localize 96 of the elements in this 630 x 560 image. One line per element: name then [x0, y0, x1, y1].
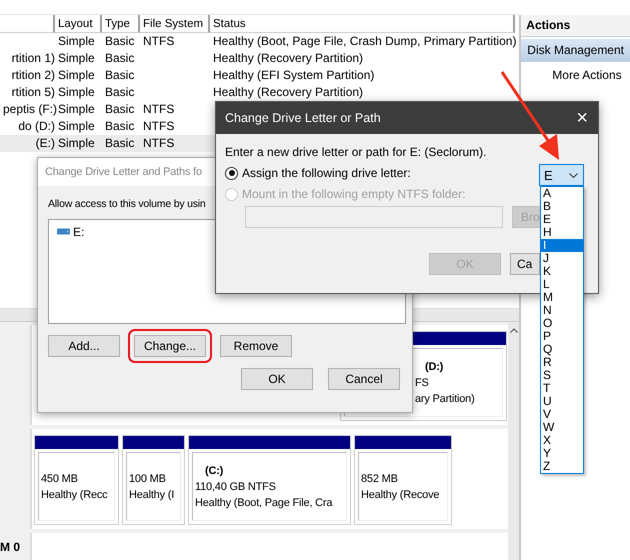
radio-option[interactable]: Assign the following drive letter:	[225, 166, 411, 180]
table-cell-text: Simple	[57, 33, 96, 50]
partition-block[interactable]: 100 MB Healthy (I	[122, 435, 185, 525]
dialog-text: Allow access to this volume by usin	[48, 198, 206, 210]
column-header[interactable]: Status	[210, 15, 515, 33]
partition-info: ary Partition)	[415, 392, 476, 406]
dropdown-option[interactable]: V	[541, 408, 583, 421]
table-cell-text: Simple	[57, 118, 96, 135]
table-cell-text: Simple	[57, 101, 96, 118]
dropdown-option[interactable]: R	[541, 356, 583, 369]
dropdown-option[interactable]: M	[541, 291, 583, 304]
caret-icon	[569, 172, 578, 178]
column-header[interactable]: Layout	[55, 15, 102, 33]
disk-label: M 0	[0, 540, 20, 554]
dialog-button[interactable]: Change...	[134, 335, 206, 357]
dropdown-option[interactable]: K	[541, 265, 583, 278]
partition-name: (D:)	[424, 360, 444, 374]
drive-label: E:	[73, 224, 84, 238]
table-cell-text: Healthy (EFI System Partition)	[212, 67, 376, 84]
table-cell-text: Healthy (Boot, Page File, Crash Dump, Primary Partition)	[212, 33, 515, 50]
partition-info: 100 MB	[129, 472, 167, 486]
partition-block[interactable]: 852 MB Healthy (Recove	[354, 435, 452, 525]
close-button[interactable]: ×	[576, 108, 588, 128]
dropdown-option[interactable]: A	[541, 187, 583, 200]
column-header[interactable]: Type	[102, 15, 140, 33]
drive-letter-dropdown[interactable]: E	[539, 164, 584, 186]
column-header[interactable]	[0, 15, 55, 33]
dropdown-option[interactable]: Y	[541, 447, 583, 460]
table-cell-text: NTFS	[142, 118, 176, 135]
dropdown-option[interactable]: N	[541, 304, 583, 317]
partition-info: 110,40 GB NTFS	[195, 480, 277, 494]
table-cell-text: Healthy (Recovery Partition)	[212, 84, 364, 101]
table-cell-text: (E:)	[34, 135, 55, 152]
dropdown-option[interactable]: I	[541, 239, 583, 252]
dialog-button[interactable]: Ca	[510, 253, 540, 275]
dropdown-option[interactable]: P	[541, 330, 583, 343]
table-cell-text: Basic	[104, 84, 136, 101]
dropdown-option[interactable]: U	[541, 395, 583, 408]
table-cell-text: Basic	[104, 118, 136, 135]
dropdown-option[interactable]: Q	[541, 343, 583, 356]
list-item[interactable]: E:	[55, 224, 86, 238]
scrollbar[interactable]	[508, 322, 520, 560]
table-cell-text: NTFS	[142, 33, 176, 50]
partition-info: Healthy (Recove	[361, 488, 440, 502]
table-cell-text: Basic	[104, 50, 136, 67]
dropdown-option[interactable]: S	[541, 369, 583, 382]
table-cell-text: Simple	[57, 135, 96, 152]
table-cell-text: Simple	[57, 84, 96, 101]
pane-title: Actions	[521, 15, 630, 37]
dialog-button[interactable]: Remove	[220, 335, 292, 357]
table-cell-text: Basic	[104, 67, 136, 84]
dropdown-option[interactable]: Z	[541, 460, 583, 473]
partition-block[interactable]: (C:) 110,40 GB NTFS Healthy (Boot, Page File, Cra	[188, 435, 351, 525]
dialog-button[interactable]: Cancel	[328, 368, 400, 390]
partition-info: Healthy (I	[129, 488, 176, 502]
partition-info: 852 MB	[361, 472, 399, 486]
input-field[interactable]	[245, 206, 503, 228]
action-item[interactable]: More Actions	[521, 62, 630, 82]
table-cell-text: rtition 1)	[10, 50, 55, 67]
drive-icon	[57, 228, 70, 235]
dialog-title: Change Drive Letter or Path	[225, 111, 381, 125]
dialog-button[interactable]: Add...	[48, 335, 120, 357]
table-cell-text: rtition 5)	[10, 84, 55, 101]
table-cell-text: Basic	[104, 33, 136, 50]
radio-button[interactable]	[225, 166, 238, 180]
dialog-text: Enter a new drive letter or path for E: (Seclorum).	[225, 145, 488, 159]
table-cell-text: Basic	[104, 135, 136, 152]
table-cell-text: Simple	[57, 67, 96, 84]
dropdown-option[interactable]: T	[541, 382, 583, 395]
table-cell-text: Simple	[57, 50, 96, 67]
table-cell-text: Healthy (Recovery Partition)	[212, 50, 364, 67]
table-cell-text: NTFS	[142, 135, 176, 152]
table-cell-text: NTFS	[142, 101, 176, 118]
dropdown-option[interactable]: X	[541, 434, 583, 447]
table-cell-text: Basic	[104, 101, 136, 118]
partition-block[interactable]: 450 MB Healthy (Recc	[34, 435, 119, 525]
dropdown-option[interactable]: E	[541, 213, 583, 226]
table-cell-text: rtition 2)	[10, 67, 55, 84]
partition-name: (C:)	[204, 464, 224, 478]
chevron-up-icon[interactable]	[510, 328, 518, 333]
action-item[interactable]: Disk Management	[521, 39, 630, 62]
dropdown-option[interactable]: W	[541, 421, 583, 434]
partition-bar	[123, 436, 184, 449]
partition-info: Healthy (Recc	[41, 488, 108, 502]
dropdown-option[interactable]: B	[541, 200, 583, 213]
partition-info: 450 MB	[41, 472, 79, 486]
dialog-button[interactable]: OK	[241, 368, 313, 390]
table-cell-text: do (D:)	[17, 118, 55, 135]
partition-info: FS	[415, 376, 430, 390]
dropdown-option[interactable]: H	[541, 226, 583, 239]
table-cell-text: peptis (F:)	[2, 101, 55, 118]
dropdown-option[interactable]: J	[541, 252, 583, 265]
dropdown-option[interactable]: O	[541, 317, 583, 330]
dropdown-option[interactable]: L	[541, 278, 583, 291]
column-header[interactable]: File System	[140, 15, 210, 33]
partition-info: Healthy (Boot, Page File, Cra	[195, 496, 334, 510]
